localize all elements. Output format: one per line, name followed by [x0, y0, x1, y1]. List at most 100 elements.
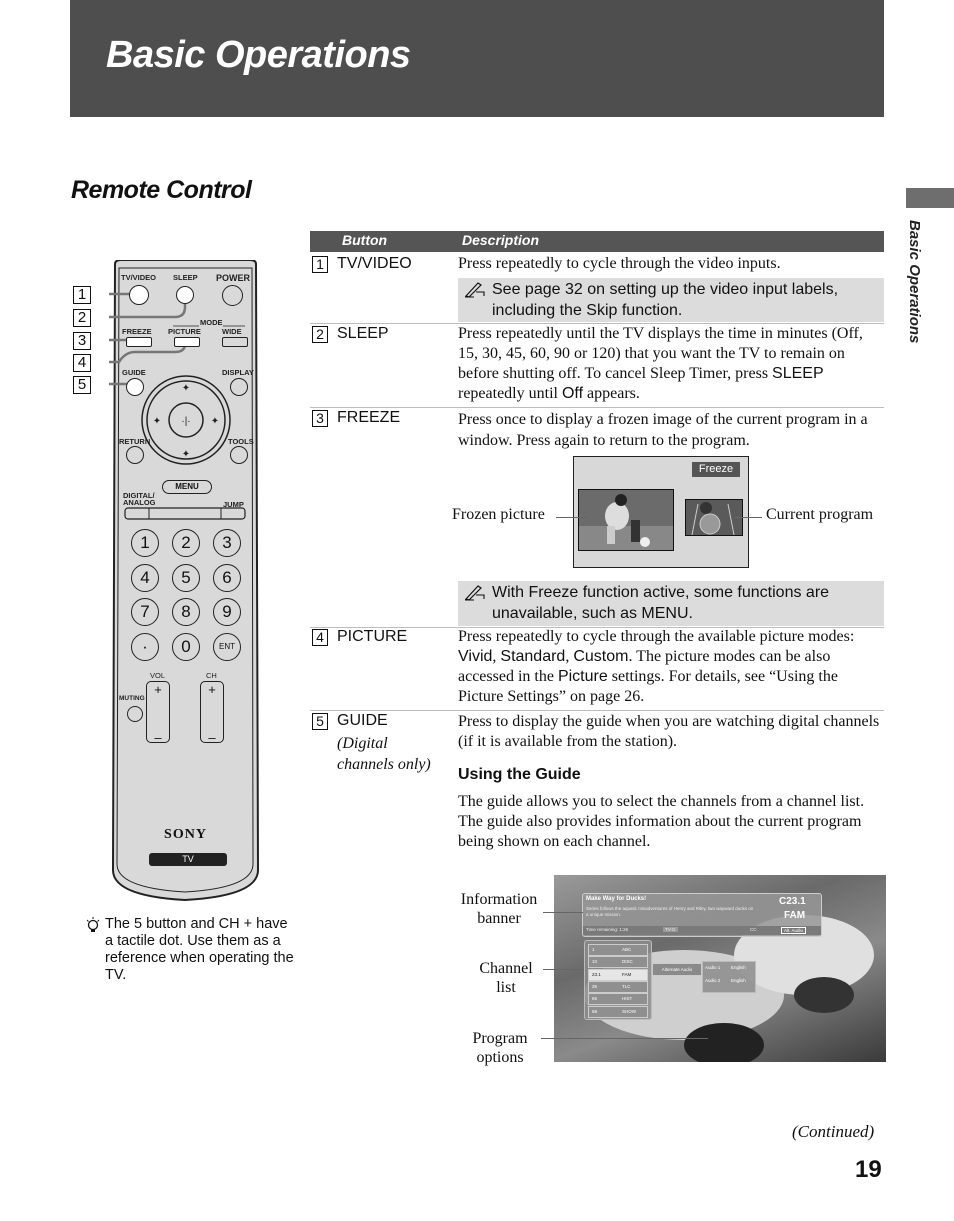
- desc-text: Press repeatedly to cycle through the av…: [458, 628, 855, 645]
- desc-text: appears.: [583, 385, 640, 402]
- row-divider: [310, 710, 884, 711]
- ent-button[interactable]: ENT: [213, 633, 241, 661]
- row-number: 2: [312, 326, 328, 343]
- desc-term: SLEEP: [772, 365, 824, 382]
- channel-list-item[interactable]: 1 ABC: [588, 944, 648, 956]
- svg-text:✦: ✦: [153, 416, 161, 427]
- table-row-button-1: 1 TV/VIDEO: [312, 255, 412, 273]
- num-key-0[interactable]: 0: [172, 633, 200, 661]
- desc-term: Custom: [573, 648, 629, 665]
- page-number: 19: [855, 1156, 882, 1183]
- button-name: PICTURE: [337, 628, 408, 645]
- channel-list-item[interactable]: 68 SHOW: [588, 1005, 648, 1018]
- label-muting: MUTING: [119, 695, 145, 702]
- button-name: SLEEP: [337, 325, 389, 342]
- label-ch: CH: [206, 671, 217, 680]
- num-key-1[interactable]: 1: [131, 529, 159, 557]
- channel-rocker[interactable]: + –: [200, 681, 224, 745]
- channel-list-item[interactable]: 65 HIST: [588, 993, 648, 1006]
- label-guide: GUIDE: [122, 368, 146, 377]
- pencil-note-icon: [464, 282, 485, 298]
- table-row-button-5: 5 GUIDE: [312, 712, 388, 730]
- audio-option-label[interactable]: Audio 1: [705, 965, 720, 970]
- audio-options-panel: Audio 1 English Audio 2 English: [702, 961, 756, 993]
- lightbulb-icon: [86, 917, 100, 932]
- frozen-picture-image: [578, 489, 674, 551]
- picture-button[interactable]: [174, 337, 200, 347]
- wide-button[interactable]: [222, 337, 248, 347]
- channel-name: FAM: [622, 971, 632, 977]
- button-name: FREEZE: [337, 409, 401, 426]
- audio-option-value: English: [731, 978, 746, 983]
- channel-number: 68: [592, 1008, 598, 1014]
- side-tab: Basic Operations: [895, 220, 925, 360]
- label-vol: VOL: [150, 671, 166, 680]
- num-key-dot[interactable]: ·: [131, 633, 159, 661]
- jump-button[interactable]: [221, 508, 245, 519]
- num-key-5[interactable]: 5: [172, 564, 200, 592]
- button-qualifier: (Digital channels only): [337, 735, 431, 773]
- tv-mode-badge: TV: [149, 853, 227, 866]
- audio-option-value: English: [731, 965, 746, 970]
- callout-leader-line: [543, 912, 583, 913]
- channel-list-item[interactable]: 35 TLC: [588, 980, 648, 993]
- callout-number-4: 4: [73, 354, 91, 372]
- program-options-callout: Program options: [472, 1030, 528, 1066]
- audio-option-label[interactable]: Audio 2: [705, 978, 720, 983]
- num-key-9[interactable]: 9: [213, 598, 241, 626]
- channel-name: ABC: [622, 947, 632, 952]
- muting-button[interactable]: [127, 706, 143, 722]
- table-row-button-3: 3 FREEZE: [312, 409, 400, 427]
- display-button[interactable]: [230, 378, 248, 396]
- desc-term: Vivid: [458, 648, 493, 665]
- channel-name: FAM: [784, 910, 806, 921]
- callout-number-2: 2: [73, 309, 91, 327]
- num-key-4[interactable]: 4: [131, 564, 159, 592]
- freeze-button[interactable]: [126, 337, 152, 347]
- information-banner-callout: Information banner: [460, 891, 538, 927]
- note-text: With Freeze function active, some functi…: [492, 584, 830, 622]
- volume-rocker[interactable]: + –: [146, 681, 170, 745]
- column-header-description: Description: [462, 232, 540, 248]
- power-button[interactable]: [222, 285, 243, 306]
- channel-list-item[interactable]: 10 DISC: [588, 956, 648, 969]
- callout-number-3: 3: [73, 332, 91, 350]
- sony-logo: SONY: [164, 827, 207, 842]
- callout-leader-line: [543, 969, 583, 970]
- row-number: 1: [312, 256, 328, 273]
- guide-button[interactable]: [126, 378, 144, 396]
- tv-video-button[interactable]: [129, 285, 149, 305]
- num-key-6[interactable]: 6: [213, 564, 241, 592]
- alternate-audio-option[interactable]: Alternate Audio: [652, 963, 702, 976]
- frozen-picture-callout: Frozen picture: [452, 506, 545, 523]
- side-tab-label: Basic Operations: [906, 220, 923, 344]
- alt-audio-indicator: Alt. Audio: [781, 927, 807, 934]
- menu-button[interactable]: MENU: [162, 480, 212, 494]
- digital-analog-button[interactable]: [125, 508, 149, 519]
- label-wide: WIDE: [222, 327, 242, 336]
- return-button[interactable]: [126, 446, 144, 464]
- program-synopsis: Series follows the aquatic misadventures…: [586, 906, 754, 917]
- desc-text: repeatedly until: [458, 385, 562, 402]
- page-title: Basic Operations: [106, 34, 411, 76]
- channel-number: 35: [592, 983, 598, 989]
- program-title: Make Way for Ducks!: [586, 896, 647, 902]
- label-digital-analog: DIGITAL/ ANALOG: [123, 491, 156, 507]
- channel-number: 10: [592, 959, 598, 965]
- num-key-3[interactable]: 3: [213, 529, 241, 557]
- channel-list-callout: Channel list: [479, 960, 533, 996]
- num-key-7[interactable]: 7: [131, 598, 159, 626]
- row-description: Press repeatedly to cycle through the vi…: [458, 255, 781, 272]
- tools-button[interactable]: [230, 446, 248, 464]
- callout-number-5: 5: [73, 376, 91, 394]
- num-key-2[interactable]: 2: [172, 529, 200, 557]
- svg-text:✦: ✦: [211, 416, 219, 427]
- callout-leader-line: [734, 517, 762, 518]
- pencil-note-icon: [464, 585, 485, 601]
- label-power: POWER: [216, 273, 251, 283]
- num-key-8[interactable]: 8: [172, 598, 200, 626]
- sleep-button[interactable]: [176, 286, 194, 304]
- channel-list-item[interactable]: 23.1 FAM: [588, 968, 648, 981]
- current-program-callout: Current program: [766, 506, 874, 523]
- row-divider: [310, 407, 884, 408]
